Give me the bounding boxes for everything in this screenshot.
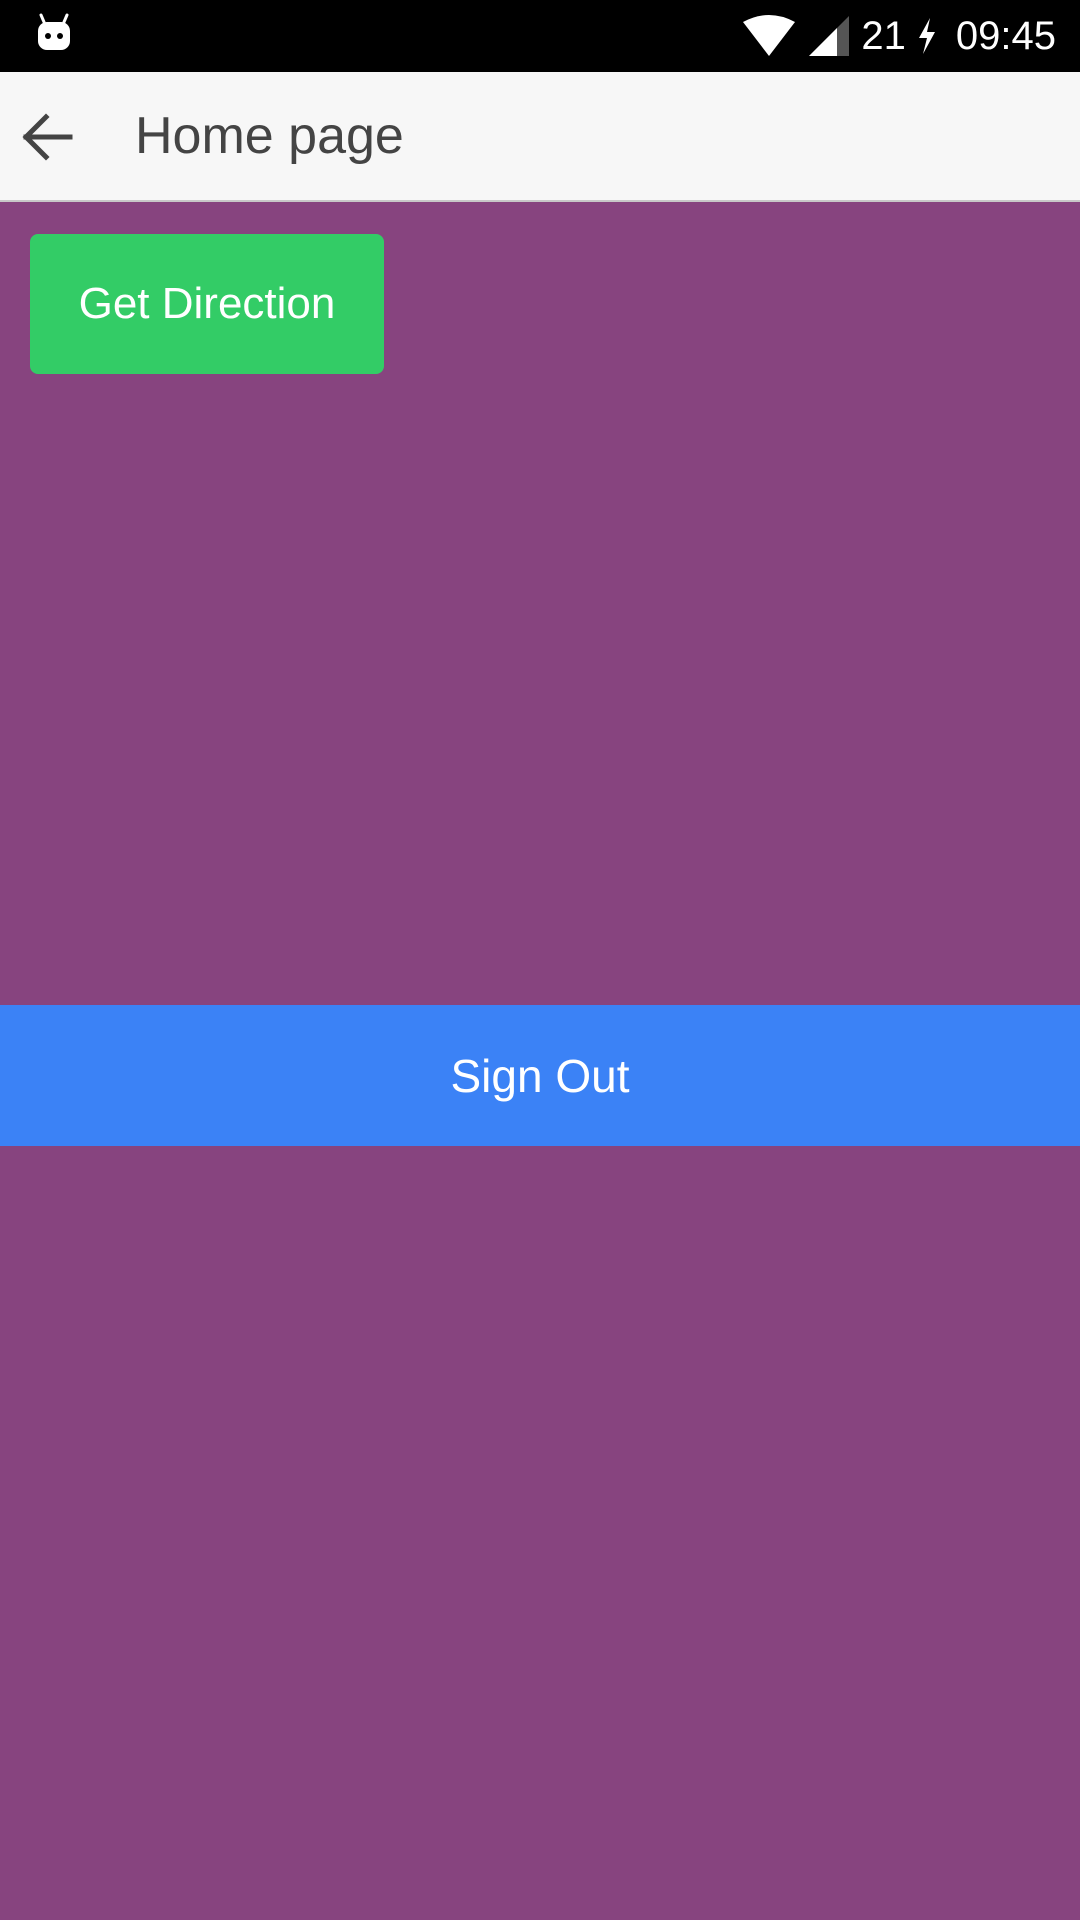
battery-level: 21 — [861, 14, 906, 58]
android-robot-icon — [38, 13, 70, 50]
app-bar: Home page — [0, 72, 1080, 202]
sign-out-label: Sign Out — [450, 1049, 630, 1102]
back-button[interactable] — [12, 97, 84, 177]
page-title: Home page — [135, 107, 404, 165]
arrow-back-icon — [22, 113, 73, 161]
clock: 09:45 — [955, 14, 1056, 58]
status-bar: 21 09:45 — [0, 0, 1080, 72]
wifi-icon — [743, 15, 796, 56]
get-direction-button[interactable]: Get Direction — [30, 234, 384, 374]
charging-bolt-icon — [918, 18, 935, 54]
status-icons: 21 09:45 — [741, 0, 1056, 72]
sign-out-button[interactable]: Sign Out — [0, 1005, 1080, 1146]
screen: 21 09:45 Home page Get Direction Sign Ou… — [0, 0, 1080, 1920]
cell-signal-icon — [809, 16, 850, 56]
get-direction-label: Get Direction — [78, 279, 336, 328]
